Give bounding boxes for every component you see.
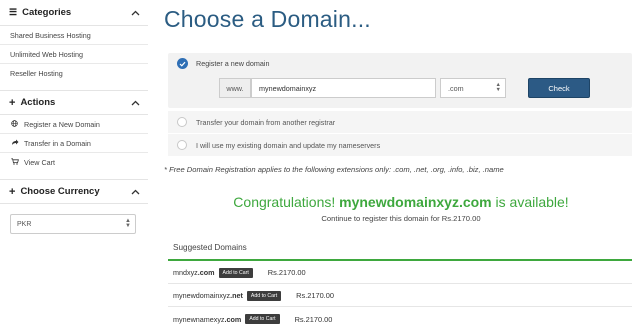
sidebar-item-register-domain[interactable]: Register a New Domain <box>0 115 148 134</box>
table-row: mynewnamexyz .com Add to Cart Rs.2170.00 <box>168 308 632 328</box>
plus-icon: + <box>9 185 16 198</box>
table-row: mndxyz .com Add to Cart Rs.2170.00 <box>168 262 632 284</box>
add-to-cart-button[interactable]: Add to Cart <box>245 314 280 324</box>
chevron-up-icon[interactable] <box>130 98 140 108</box>
categories-panel-header[interactable]: ☰ Categories <box>0 0 148 26</box>
congrats-suffix: is available! <box>495 194 569 210</box>
domain-input[interactable]: mynewdomainxyz <box>251 78 436 98</box>
existing-label: I will use my existing domain and update… <box>196 140 381 150</box>
currency-panel-header[interactable]: + Choose Currency <box>0 179 148 204</box>
actions-title: Actions <box>20 97 56 108</box>
sidebar-item-reseller-hosting[interactable]: Reseller Hosting <box>0 64 148 83</box>
suggestion-price: Rs.2170.00 <box>267 268 306 277</box>
currency-select[interactable]: PKR ▲ ▼ <box>10 214 136 234</box>
suggestion-price: Rs.2170.00 <box>296 291 334 300</box>
congrats-prefix: Congratulations! <box>233 194 336 210</box>
suggestion-tld: .com <box>224 314 242 324</box>
register-option[interactable]: Register a new domain www. mynewdomainxy… <box>168 53 632 108</box>
suggested-domains-header: Suggested Domains <box>168 236 632 261</box>
availability-message: Congratulations! mynewdomainxyz.com is a… <box>163 194 639 210</box>
plus-icon: + <box>9 96 16 109</box>
globe-icon <box>10 119 19 129</box>
radio-unchecked-icon[interactable] <box>177 117 187 127</box>
currency-selected: PKR <box>17 220 32 228</box>
existing-domain-option[interactable]: I will use my existing domain and update… <box>168 134 632 156</box>
suggestion-price: Rs.2170.00 <box>294 314 333 324</box>
sidebar-item-transfer-domain[interactable]: Transfer in a Domain <box>0 134 148 153</box>
register-label: Register a new domain <box>196 59 270 68</box>
sidebar-item-shared-business-hosting[interactable]: Shared Business Hosting <box>0 26 148 45</box>
add-to-cart-button[interactable]: Add to Cart <box>246 290 282 301</box>
transfer-label: Transfer your domain from another regist… <box>196 117 336 127</box>
free-registration-note: * Free Domain Registration applies to th… <box>164 165 504 174</box>
suggestion-name: mndxyz <box>173 268 198 277</box>
chevron-up-icon[interactable] <box>130 8 140 18</box>
domain-options: Register a new domain www. mynewdomainxy… <box>168 53 632 159</box>
currency-title: Choose Currency <box>20 186 100 197</box>
check-button[interactable]: Check <box>528 78 590 98</box>
select-arrows-icon: ▲ ▼ <box>125 218 131 229</box>
page-title: Choose a Domain... <box>164 6 371 32</box>
cart-icon <box>10 158 19 167</box>
tld-selected: .com <box>448 83 464 93</box>
currency-container: PKR ▲ ▼ <box>0 204 148 244</box>
categories-title: Categories <box>22 7 72 18</box>
sidebar: ☰ Categories Shared Business Hosting Unl… <box>0 0 148 328</box>
transfer-option[interactable]: Transfer your domain from another regist… <box>168 111 632 133</box>
suggestion-name: mynewdomainxyz <box>173 291 231 300</box>
suggestion-tld: .net <box>230 291 243 300</box>
tld-select[interactable]: .com ▲ ▼ <box>440 78 506 98</box>
main-content: Choose a Domain... Register a new domain… <box>163 0 639 328</box>
radio-unchecked-icon[interactable] <box>177 140 187 150</box>
suggestion-name: mynewnamexyz <box>173 314 225 324</box>
actions-panel-header[interactable]: + Actions <box>0 90 148 115</box>
www-prefix: www. <box>219 78 251 98</box>
chevron-up-icon[interactable] <box>130 187 140 197</box>
share-icon <box>10 139 19 148</box>
available-domain: mynewdomainxyz.com <box>339 194 492 210</box>
continue-text: Continue to register this domain for Rs.… <box>321 214 481 223</box>
list-icon: ☰ <box>9 7 18 17</box>
add-to-cart-button[interactable]: Add to Cart <box>218 267 253 278</box>
suggestion-tld: .com <box>197 268 215 277</box>
table-row: mynewdomainxyz .net Add to Cart Rs.2170.0… <box>168 285 632 307</box>
sidebar-item-unlimited-web-hosting[interactable]: Unlimited Web Hosting <box>0 45 148 64</box>
select-arrows-icon: ▲ ▼ <box>495 82 501 93</box>
sidebar-item-view-cart[interactable]: View Cart <box>0 153 148 172</box>
radio-checked-icon[interactable] <box>177 58 188 69</box>
